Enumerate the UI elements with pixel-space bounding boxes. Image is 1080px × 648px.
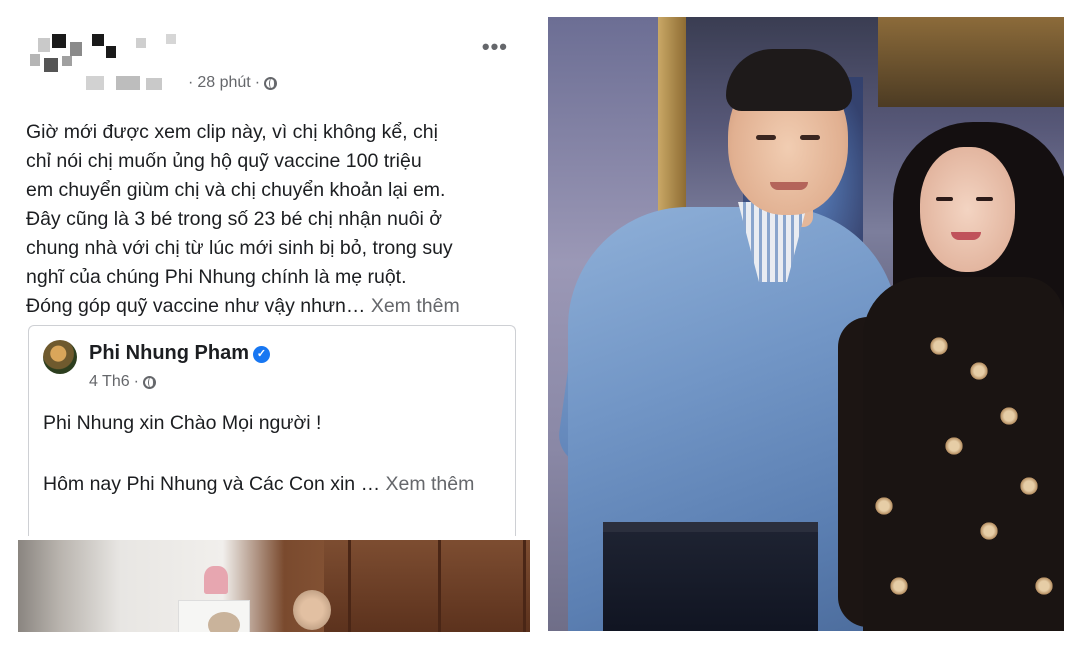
dress-flower xyxy=(968,362,990,380)
woman-smile xyxy=(951,232,981,240)
shared-post-date[interactable]: 4 Th6 xyxy=(89,373,130,391)
shared-author-avatar[interactable] xyxy=(43,340,77,374)
more-options-button[interactable]: ••• xyxy=(482,34,508,60)
door-panel-line xyxy=(523,540,526,632)
see-more-link[interactable]: Xem thêm xyxy=(371,295,460,317)
dress-flower xyxy=(978,522,1000,540)
man-belt xyxy=(603,522,818,532)
dress-flower xyxy=(1018,477,1040,495)
post-line: chung nhà với chị từ lúc mới sinh bị bỏ,… xyxy=(26,237,453,259)
post-line-last: Đóng góp quỹ vaccine như vậy nhưn… Xem t… xyxy=(26,292,526,321)
verified-badge-icon: ✓ xyxy=(253,346,270,363)
door-panel-line xyxy=(438,540,441,632)
man-smile xyxy=(770,182,808,190)
dress-flower xyxy=(873,497,895,515)
pink-toy xyxy=(204,566,228,594)
globe-icon[interactable] xyxy=(142,375,156,389)
separator: · xyxy=(254,74,261,91)
shared-author-name-row[interactable]: Phi Nhung Pham ✓ xyxy=(89,342,270,365)
dress-flower xyxy=(888,577,910,595)
globe-icon[interactable] xyxy=(264,76,278,90)
separator: · xyxy=(133,373,139,390)
man-hair xyxy=(726,49,852,111)
man-eye xyxy=(756,135,776,140)
woman-eye xyxy=(936,197,953,201)
video-thumbnail[interactable] xyxy=(18,540,530,632)
dress-flower xyxy=(928,337,950,355)
shared-post-line: Hôm nay Phi Nhung và Các Con xin … xyxy=(43,473,381,495)
door-panel-line xyxy=(348,540,351,632)
post-line: em chuyển giùm chị và chị chuyển khoản l… xyxy=(26,179,446,201)
dress-flower xyxy=(1033,577,1055,595)
shared-post-meta: 4 Th6 · xyxy=(89,373,156,391)
shared-post-card[interactable]: Phi Nhung Pham ✓ 4 Th6 · Phi Nhung xin Ch… xyxy=(28,325,516,536)
shared-post-line: Phi Nhung xin Chào Mọi người ! xyxy=(43,412,322,434)
man-jeans xyxy=(603,522,818,631)
shared-post-body: Hôm nay Phi Nhung và Các Con xin … Xem t… xyxy=(43,470,493,499)
shared-see-more-link[interactable]: Xem thêm xyxy=(386,473,475,495)
facebook-post: · 28 phút · ••• Giờ mới được xem clip nà… xyxy=(18,18,530,632)
post-line: chỉ nói chị muốn ủng hộ quỹ vaccine 100 … xyxy=(26,150,422,172)
woman-eye xyxy=(976,197,993,201)
celebrity-photo xyxy=(548,17,1064,631)
woman-face xyxy=(920,147,1015,272)
man-eye xyxy=(800,135,820,140)
post-meta: · 28 phút · xyxy=(188,74,278,92)
woman-head xyxy=(293,590,331,630)
post-time[interactable]: 28 phút xyxy=(197,74,250,92)
dress-flower xyxy=(943,437,965,455)
child-head xyxy=(208,612,240,632)
post-line: Đây cũng là 3 bé trong số 23 bé chị nhận… xyxy=(26,208,443,230)
blurred-profile xyxy=(26,32,176,94)
dress-flower xyxy=(998,407,1020,425)
post-line: nghĩ của chúng Phi Nhung chính là mẹ ruộ… xyxy=(26,266,407,288)
background-ceiling xyxy=(878,17,1064,107)
post-line: Đóng góp quỹ vaccine như vậy nhưn… xyxy=(26,295,366,317)
post-line: Giờ mới được xem clip này, vì chị không … xyxy=(26,121,438,143)
separator: · xyxy=(188,74,194,91)
wooden-door xyxy=(324,540,530,632)
shared-author-name[interactable]: Phi Nhung Pham xyxy=(89,342,249,364)
post-body: Giờ mới được xem clip này, vì chị không … xyxy=(26,118,526,321)
